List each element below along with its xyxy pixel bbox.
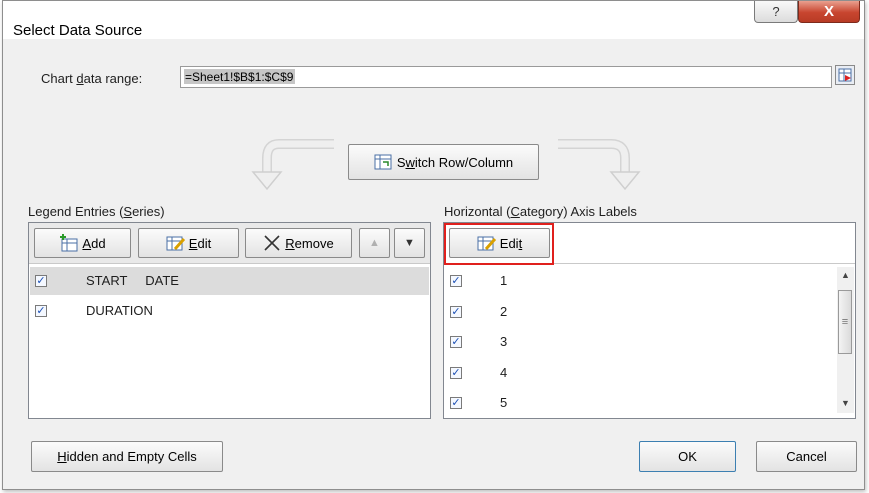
- legend-entries-panel: Add Edit Remove ▲ ▼ ✓ START DATE ✓ DURAT…: [28, 222, 431, 419]
- scroll-up-arrow-icon[interactable]: ▲: [841, 270, 850, 280]
- edit-series-label: Edit: [188, 235, 212, 251]
- axis-label-value: 5: [500, 395, 508, 410]
- move-up-icon: ▲: [369, 237, 380, 249]
- scroll-down-arrow-icon[interactable]: ▼: [841, 398, 850, 408]
- switch-row-column-button[interactable]: Switch Row/Column: [348, 144, 539, 180]
- chart-data-range-label: Chart data range:: [41, 71, 143, 86]
- close-button[interactable]: X: [798, 1, 860, 23]
- axis-label-checkbox[interactable]: ✓: [450, 397, 462, 409]
- axis-label-checkbox[interactable]: ✓: [450, 306, 462, 318]
- window-title: Select Data Source: [13, 22, 143, 39]
- chart-data-range-value: =Sheet1!$B$1:$C$9: [184, 69, 296, 84]
- series-row-duration[interactable]: ✓ DURATION: [30, 297, 429, 325]
- move-down-icon: ▼: [404, 237, 415, 249]
- chart-data-range-input[interactable]: =Sheet1!$B$1:$C$9: [180, 66, 832, 88]
- series-name: START DATE: [86, 273, 179, 288]
- add-series-label: Add: [82, 235, 106, 251]
- axis-labels-heading: Horizontal (Category) Axis Labels: [444, 204, 637, 219]
- scroll-grip-icon: ≡: [841, 316, 849, 328]
- axis-label-value: 2: [500, 304, 508, 319]
- move-up-button[interactable]: ▲: [359, 228, 390, 258]
- series-checkbox[interactable]: ✓: [35, 305, 47, 317]
- cancel-button[interactable]: Cancel: [756, 441, 857, 472]
- left-curved-arrow-icon: [251, 139, 334, 191]
- axis-label-checkbox[interactable]: ✓: [450, 275, 462, 287]
- help-button[interactable]: ?: [754, 1, 798, 23]
- hidden-empty-cells-button[interactable]: Hidden and Empty Cells: [31, 441, 223, 472]
- axis-labels-scrollbar[interactable]: ▲ ≡ ▼: [837, 267, 854, 413]
- add-series-button[interactable]: Add: [34, 228, 131, 258]
- right-curved-arrow-icon: [558, 139, 641, 191]
- title-bar: Select Data Source ? X: [3, 1, 864, 39]
- axis-label-value: 3: [500, 334, 508, 349]
- hidden-empty-cells-label: Hidden and Empty Cells: [57, 449, 197, 464]
- axis-label-value: 4: [500, 365, 508, 380]
- remove-series-label: Remove: [285, 235, 334, 251]
- legend-entries-heading: Legend Entries (Series): [28, 204, 165, 219]
- edit-button-highlight: [444, 223, 554, 265]
- range-collapse-button[interactable]: [835, 65, 855, 85]
- remove-icon: [264, 235, 280, 251]
- remove-series-button[interactable]: Remove: [245, 228, 352, 258]
- scroll-thumb[interactable]: ≡: [838, 290, 852, 354]
- axis-label-checkbox[interactable]: ✓: [450, 336, 462, 348]
- axis-label-row[interactable]: ✓ 5: [445, 389, 854, 415]
- ok-label: OK: [678, 449, 697, 464]
- close-icon: X: [823, 3, 834, 20]
- move-down-button[interactable]: ▼: [394, 228, 425, 258]
- axis-label-row[interactable]: ✓ 1: [445, 267, 854, 295]
- axis-label-row[interactable]: ✓ 2: [445, 298, 854, 326]
- add-icon: [60, 234, 78, 252]
- ok-button[interactable]: OK: [639, 441, 736, 472]
- help-icon: ?: [772, 4, 780, 19]
- select-data-source-dialog: Select Data Source ? X Chart data range:…: [2, 0, 865, 490]
- axis-label-row[interactable]: ✓ 4: [445, 359, 854, 387]
- axis-label-value: 1: [500, 273, 508, 288]
- axis-label-checkbox[interactable]: ✓: [450, 367, 462, 379]
- cancel-label: Cancel: [786, 449, 827, 464]
- switch-row-column-label: Switch Row/Column: [396, 154, 514, 170]
- axis-label-row[interactable]: ✓ 3: [445, 328, 854, 356]
- range-picker-icon: [838, 68, 852, 82]
- edit-icon: [166, 236, 185, 251]
- series-checkbox[interactable]: ✓: [35, 275, 47, 287]
- edit-series-button[interactable]: Edit: [138, 228, 239, 258]
- switch-row-column-icon: [374, 154, 392, 170]
- series-name: DURATION: [86, 303, 153, 318]
- series-row-start-date[interactable]: ✓ START DATE: [30, 267, 429, 295]
